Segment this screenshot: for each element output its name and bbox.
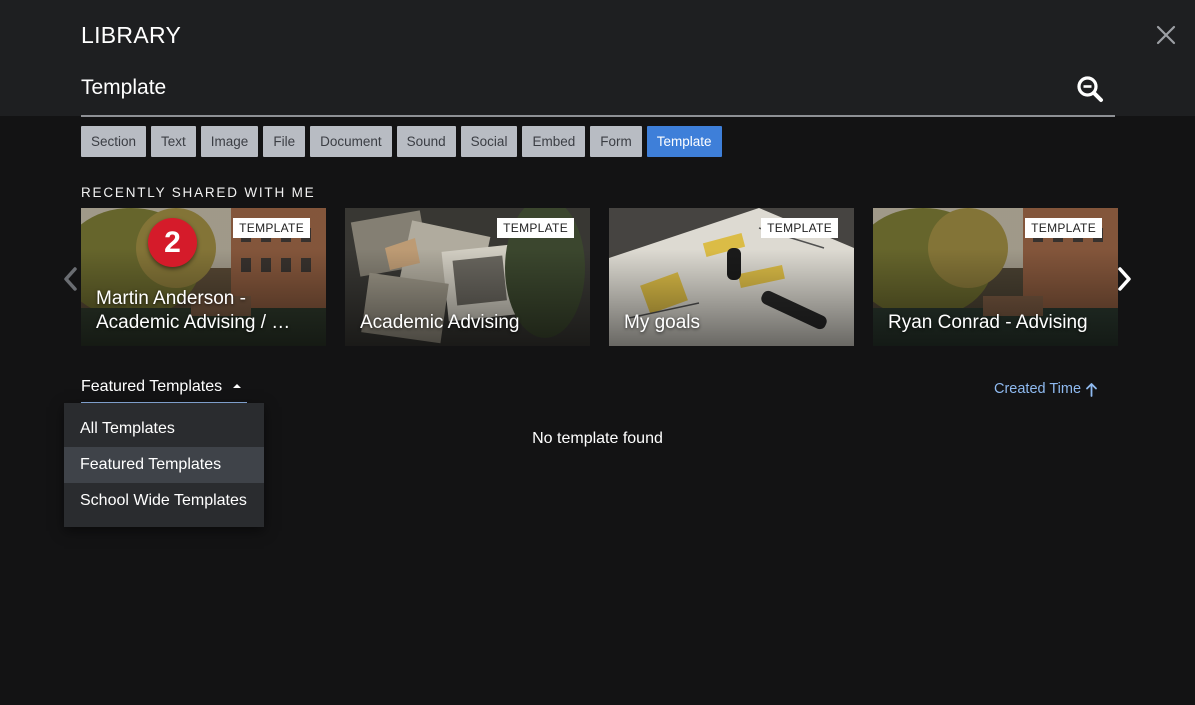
- sort-label: Created Time: [994, 381, 1082, 397]
- arrow-up-icon: [1086, 382, 1097, 397]
- template-filter-dropdown[interactable]: Featured Templates: [81, 376, 247, 403]
- filter-embed[interactable]: Embed: [522, 126, 586, 157]
- carousel-next-icon[interactable]: [1115, 264, 1135, 294]
- search-input[interactable]: [81, 70, 1041, 106]
- caret-up-icon: [233, 384, 241, 388]
- empty-state-message: No template found: [532, 430, 663, 447]
- library-header: LIBRARY: [0, 0, 1195, 117]
- search-bar: [81, 70, 1115, 117]
- search-icon[interactable]: [1075, 74, 1105, 104]
- template-badge: TEMPLATE: [233, 218, 310, 238]
- filter-form[interactable]: Form: [590, 126, 642, 157]
- card-title: Academic Advising: [360, 312, 520, 333]
- filter-template[interactable]: Template: [646, 126, 722, 157]
- step-number-badge: 2: [148, 218, 197, 267]
- carousel-prev-icon[interactable]: [60, 264, 80, 294]
- filter-image[interactable]: Image: [200, 126, 259, 157]
- card-title: Martin Anderson - Academic Advising / …: [96, 288, 291, 333]
- template-badge: TEMPLATE: [497, 218, 574, 238]
- template-badge: TEMPLATE: [761, 218, 838, 238]
- filter-sound[interactable]: Sound: [396, 126, 456, 157]
- sort-created-time[interactable]: Created Time: [994, 381, 1098, 397]
- library-title: LIBRARY: [81, 22, 182, 48]
- menu-item-featured-templates[interactable]: Featured Templates: [64, 447, 264, 483]
- filter-text[interactable]: Text: [151, 126, 196, 157]
- filter-social[interactable]: Social: [460, 126, 518, 157]
- card-title: Ryan Conrad - Advising: [888, 312, 1088, 333]
- template-card[interactable]: TEMPLATE Martin Anderson - Academic Advi…: [81, 208, 326, 346]
- template-badge: TEMPLATE: [1025, 218, 1102, 238]
- recently-shared-heading: RECENTLY SHARED WITH ME: [81, 185, 316, 200]
- template-card[interactable]: TEMPLATE Ryan Conrad - Advising: [873, 208, 1118, 346]
- template-card[interactable]: TEMPLATE My goals: [609, 208, 854, 346]
- close-icon[interactable]: [1152, 21, 1180, 49]
- menu-item-school-wide-templates[interactable]: School Wide Templates: [64, 483, 264, 519]
- filter-document[interactable]: Document: [310, 126, 392, 157]
- template-filter-menu: All Templates Featured Templates School …: [64, 403, 264, 527]
- content-type-filters: Section Text Image File Document Sound S…: [81, 126, 722, 157]
- dropdown-selected-value: Featured Templates: [81, 378, 223, 395]
- card-title: My goals: [624, 312, 701, 333]
- filter-section[interactable]: Section: [81, 126, 147, 157]
- template-card[interactable]: TEMPLATE Academic Advising: [345, 208, 590, 346]
- filter-file[interactable]: File: [263, 126, 306, 157]
